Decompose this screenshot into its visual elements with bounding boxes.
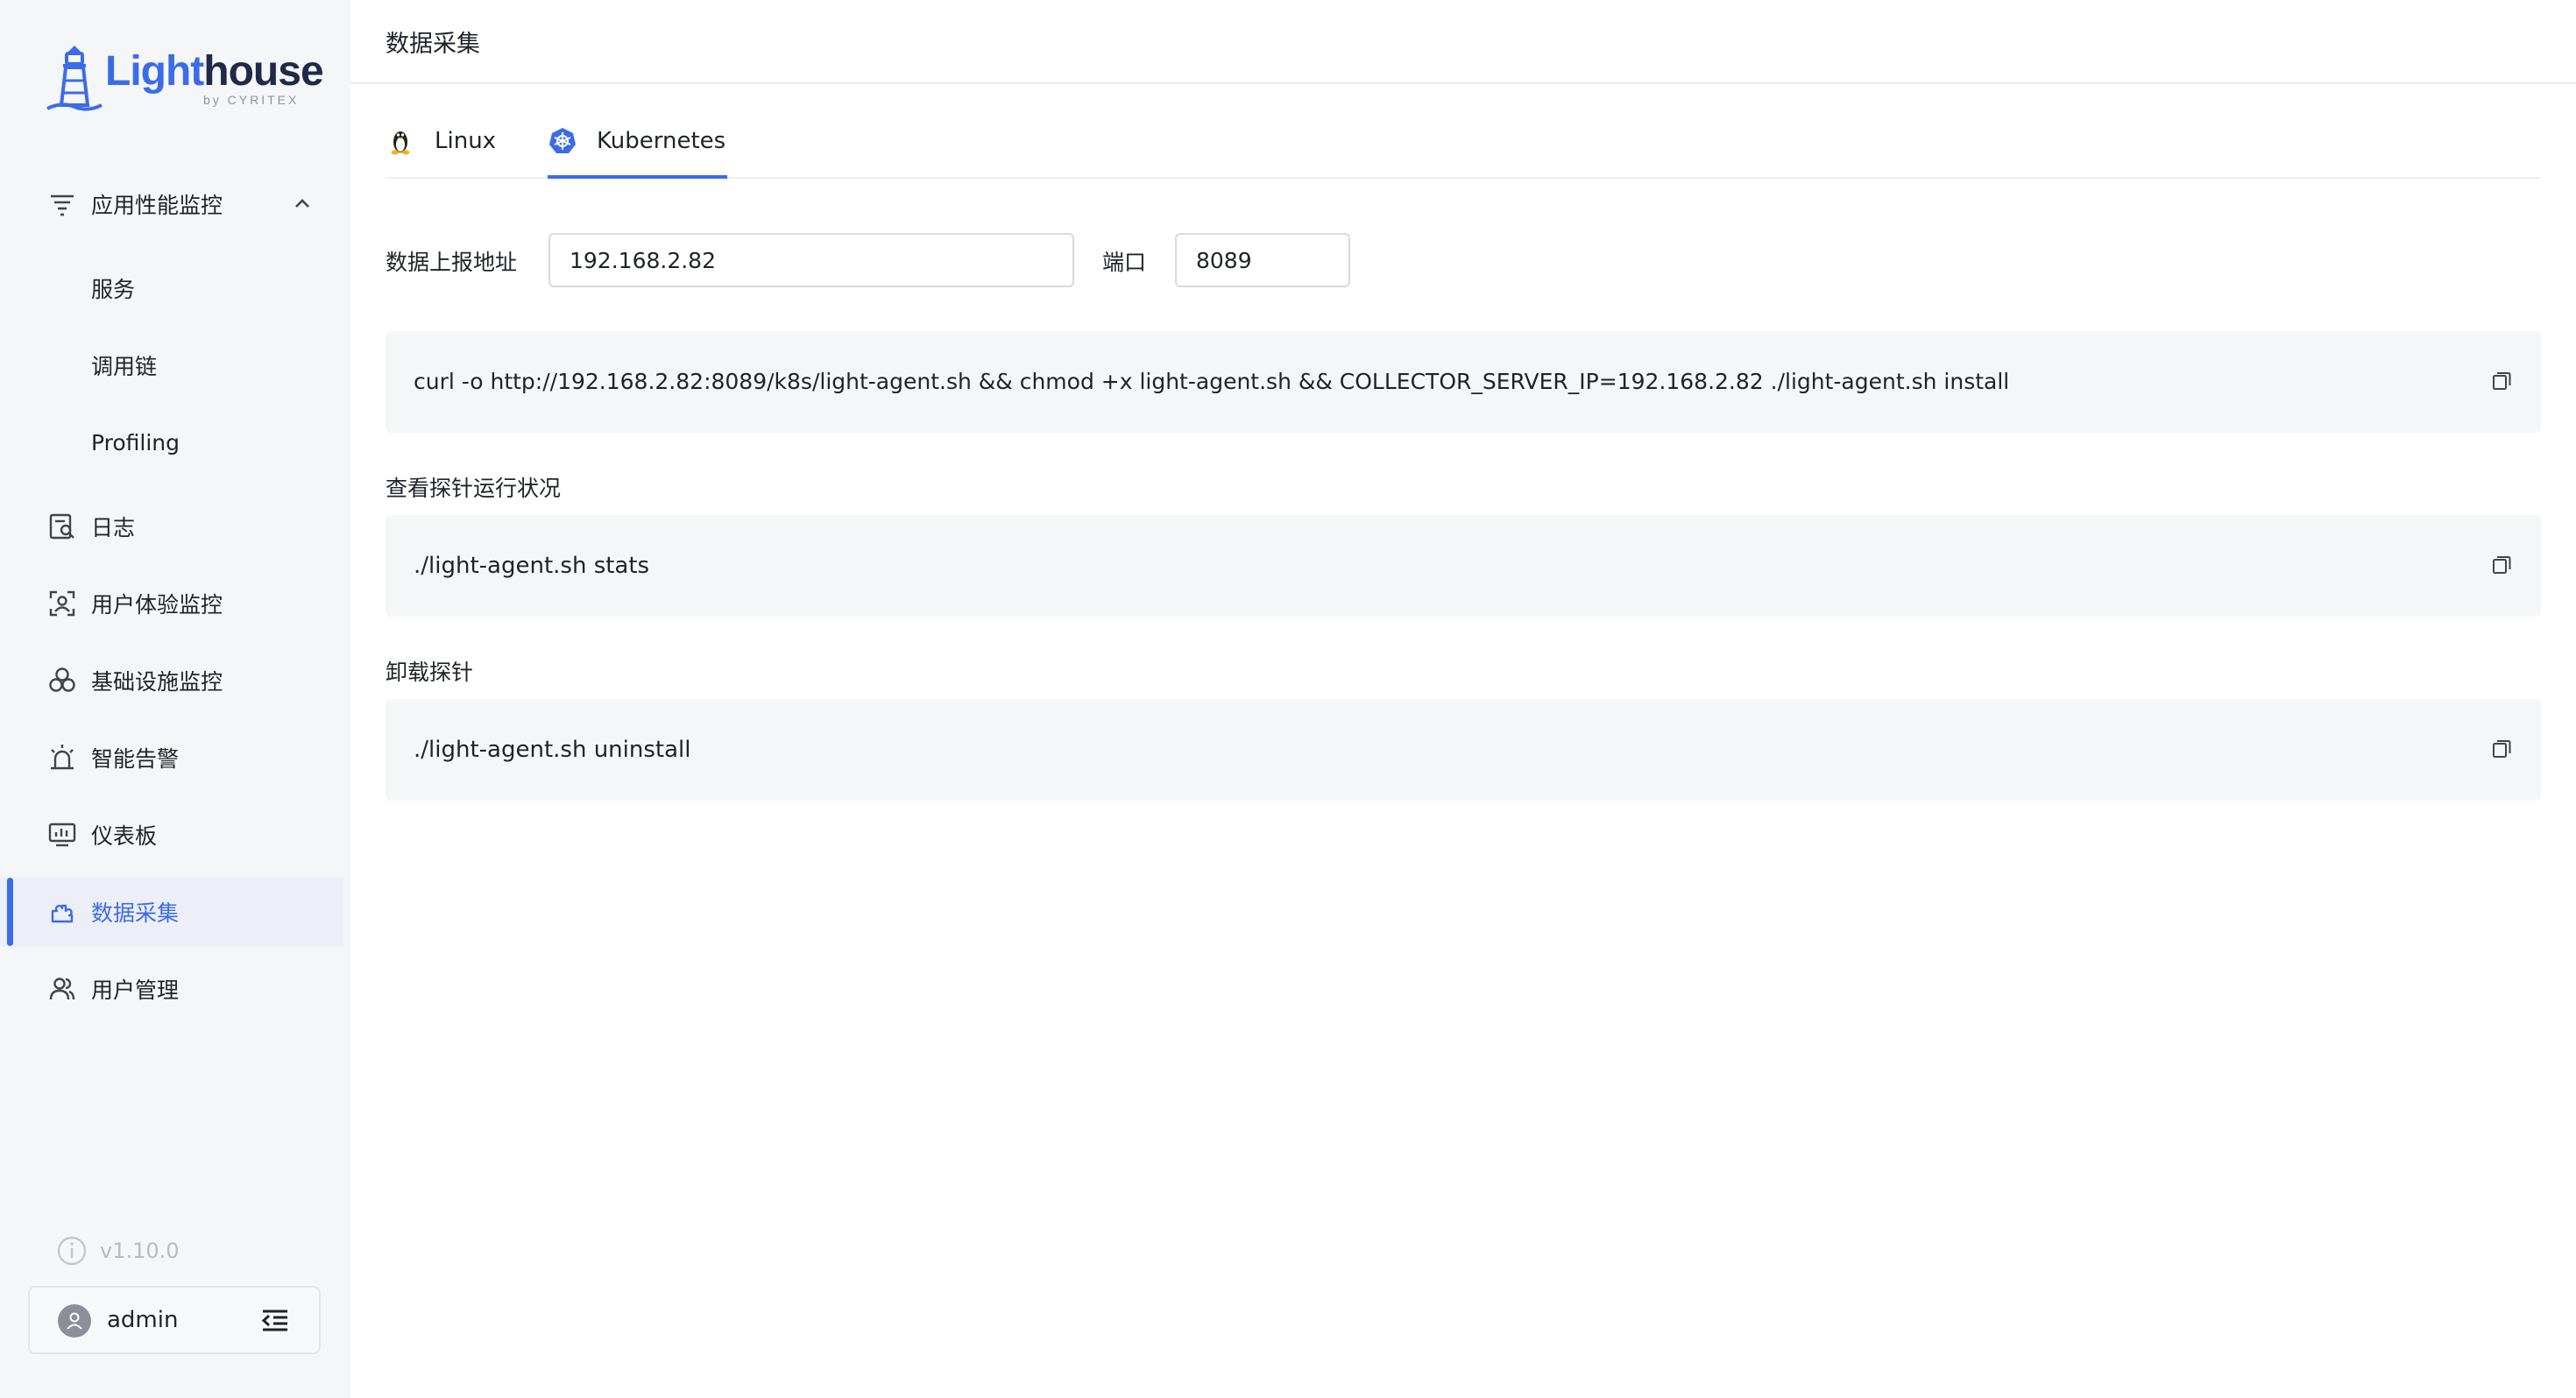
sidebar-item-label: 服务 bbox=[91, 277, 136, 302]
tab-bar: Linux Kubernetes bbox=[386, 105, 2541, 179]
brand-name: Lighthouse bbox=[105, 48, 324, 95]
sidebar-item-dashboard[interactable]: 仪表板 bbox=[0, 801, 343, 869]
sidebar-item-label: 智能告警 bbox=[91, 746, 180, 772]
sidebar-item-label: 用户管理 bbox=[91, 978, 180, 1003]
status-command-box: ./light-agent.sh stats bbox=[386, 515, 2541, 617]
uninstall-section-label: 卸载探针 bbox=[386, 660, 474, 685]
user-panel[interactable]: admin bbox=[28, 1286, 321, 1354]
sidebar-item-alerts[interactable]: 智能告警 bbox=[0, 724, 343, 792]
sidebar-item-label: 日志 bbox=[91, 515, 136, 540]
kubernetes-icon bbox=[549, 128, 576, 153]
sidebar-item-infrastructure[interactable]: 基础设施监控 bbox=[0, 646, 343, 715]
uninstall-command: ./light-agent.sh uninstall bbox=[414, 737, 691, 763]
lighthouse-icon bbox=[46, 46, 103, 111]
copy-icon[interactable] bbox=[2490, 554, 2513, 576]
sidebar-item-label: 应用性能监控 bbox=[91, 193, 223, 218]
port-label: 端口 bbox=[1102, 250, 1147, 275]
avatar[interactable] bbox=[58, 1304, 91, 1338]
username: admin bbox=[107, 1307, 179, 1333]
users-icon bbox=[49, 978, 75, 1000]
chevron-up-icon[interactable] bbox=[291, 193, 314, 215]
user-scan-icon bbox=[49, 590, 75, 617]
tab-kubernetes[interactable]: Kubernetes bbox=[548, 105, 728, 179]
address-label: 数据上报地址 bbox=[386, 250, 518, 275]
infrastructure-icon bbox=[49, 667, 75, 692]
sidebar-item-logs[interactable]: 日志 bbox=[0, 492, 343, 561]
sidebar-item-rum[interactable]: 用户体验监控 bbox=[0, 569, 343, 638]
dashboard-icon bbox=[48, 823, 76, 847]
uninstall-command-box: ./light-agent.sh uninstall bbox=[386, 699, 2541, 801]
user-icon bbox=[67, 1312, 82, 1330]
collapse-sidebar-icon[interactable] bbox=[259, 1305, 291, 1337]
sidebar-item-label: 用户体验监控 bbox=[91, 592, 223, 618]
tab-label: Kubernetes bbox=[597, 128, 726, 154]
version-label: v1.10.0 bbox=[100, 1239, 180, 1263]
sidebar-item-label: Profiling bbox=[91, 429, 180, 455]
filter-list-icon bbox=[51, 194, 74, 216]
install-command: curl -o http://192.168.2.82:8089/k8s/lig… bbox=[414, 369, 2010, 394]
linux-icon bbox=[391, 131, 410, 155]
sidebar-item-label: 基础设施监控 bbox=[91, 669, 223, 695]
brand-byline: by CYRITEX bbox=[203, 93, 300, 107]
tab-label: Linux bbox=[435, 128, 497, 154]
puzzle-icon bbox=[51, 904, 74, 923]
sidebar-item-services[interactable]: 服务 bbox=[0, 254, 343, 322]
sidebar-item-label: 仪表板 bbox=[91, 823, 158, 849]
lighthouse-logo[interactable]: Lighthouse by CYRITEX bbox=[44, 42, 324, 116]
copy-icon[interactable] bbox=[2490, 738, 2513, 760]
info-icon bbox=[57, 1236, 87, 1266]
alarm-icon bbox=[51, 745, 74, 770]
sidebar-item-data-collection[interactable]: 数据采集 bbox=[0, 878, 343, 946]
log-search-icon bbox=[49, 513, 74, 540]
sidebar-item-label: 数据采集 bbox=[91, 900, 180, 926]
copy-icon[interactable] bbox=[2490, 370, 2513, 392]
address-input[interactable] bbox=[548, 233, 1074, 287]
version-info: v1.10.0 bbox=[56, 1230, 180, 1272]
page-header: 数据采集 bbox=[350, 0, 2576, 84]
report-address-row: 数据上报地址 端口 bbox=[386, 233, 1437, 287]
sidebar: Lighthouse by CYRITEX 应用性能监控 服务 调用链 Prof… bbox=[0, 0, 350, 1398]
status-command: ./light-agent.sh stats bbox=[414, 553, 650, 579]
status-section-label: 查看探针运行状况 bbox=[386, 476, 562, 501]
page-title: 数据采集 bbox=[386, 31, 480, 58]
sidebar-item-user-management[interactable]: 用户管理 bbox=[0, 955, 343, 1023]
port-input[interactable] bbox=[1175, 233, 1350, 287]
sidebar-item-apm[interactable]: 应用性能监控 bbox=[0, 170, 343, 238]
sidebar-item-profiling[interactable]: Profiling bbox=[0, 408, 343, 477]
tab-linux[interactable]: Linux bbox=[386, 105, 496, 177]
install-command-box: curl -o http://192.168.2.82:8089/k8s/lig… bbox=[386, 331, 2541, 433]
sidebar-item-traces[interactable]: 调用链 bbox=[0, 331, 343, 399]
sidebar-item-label: 调用链 bbox=[91, 354, 158, 379]
